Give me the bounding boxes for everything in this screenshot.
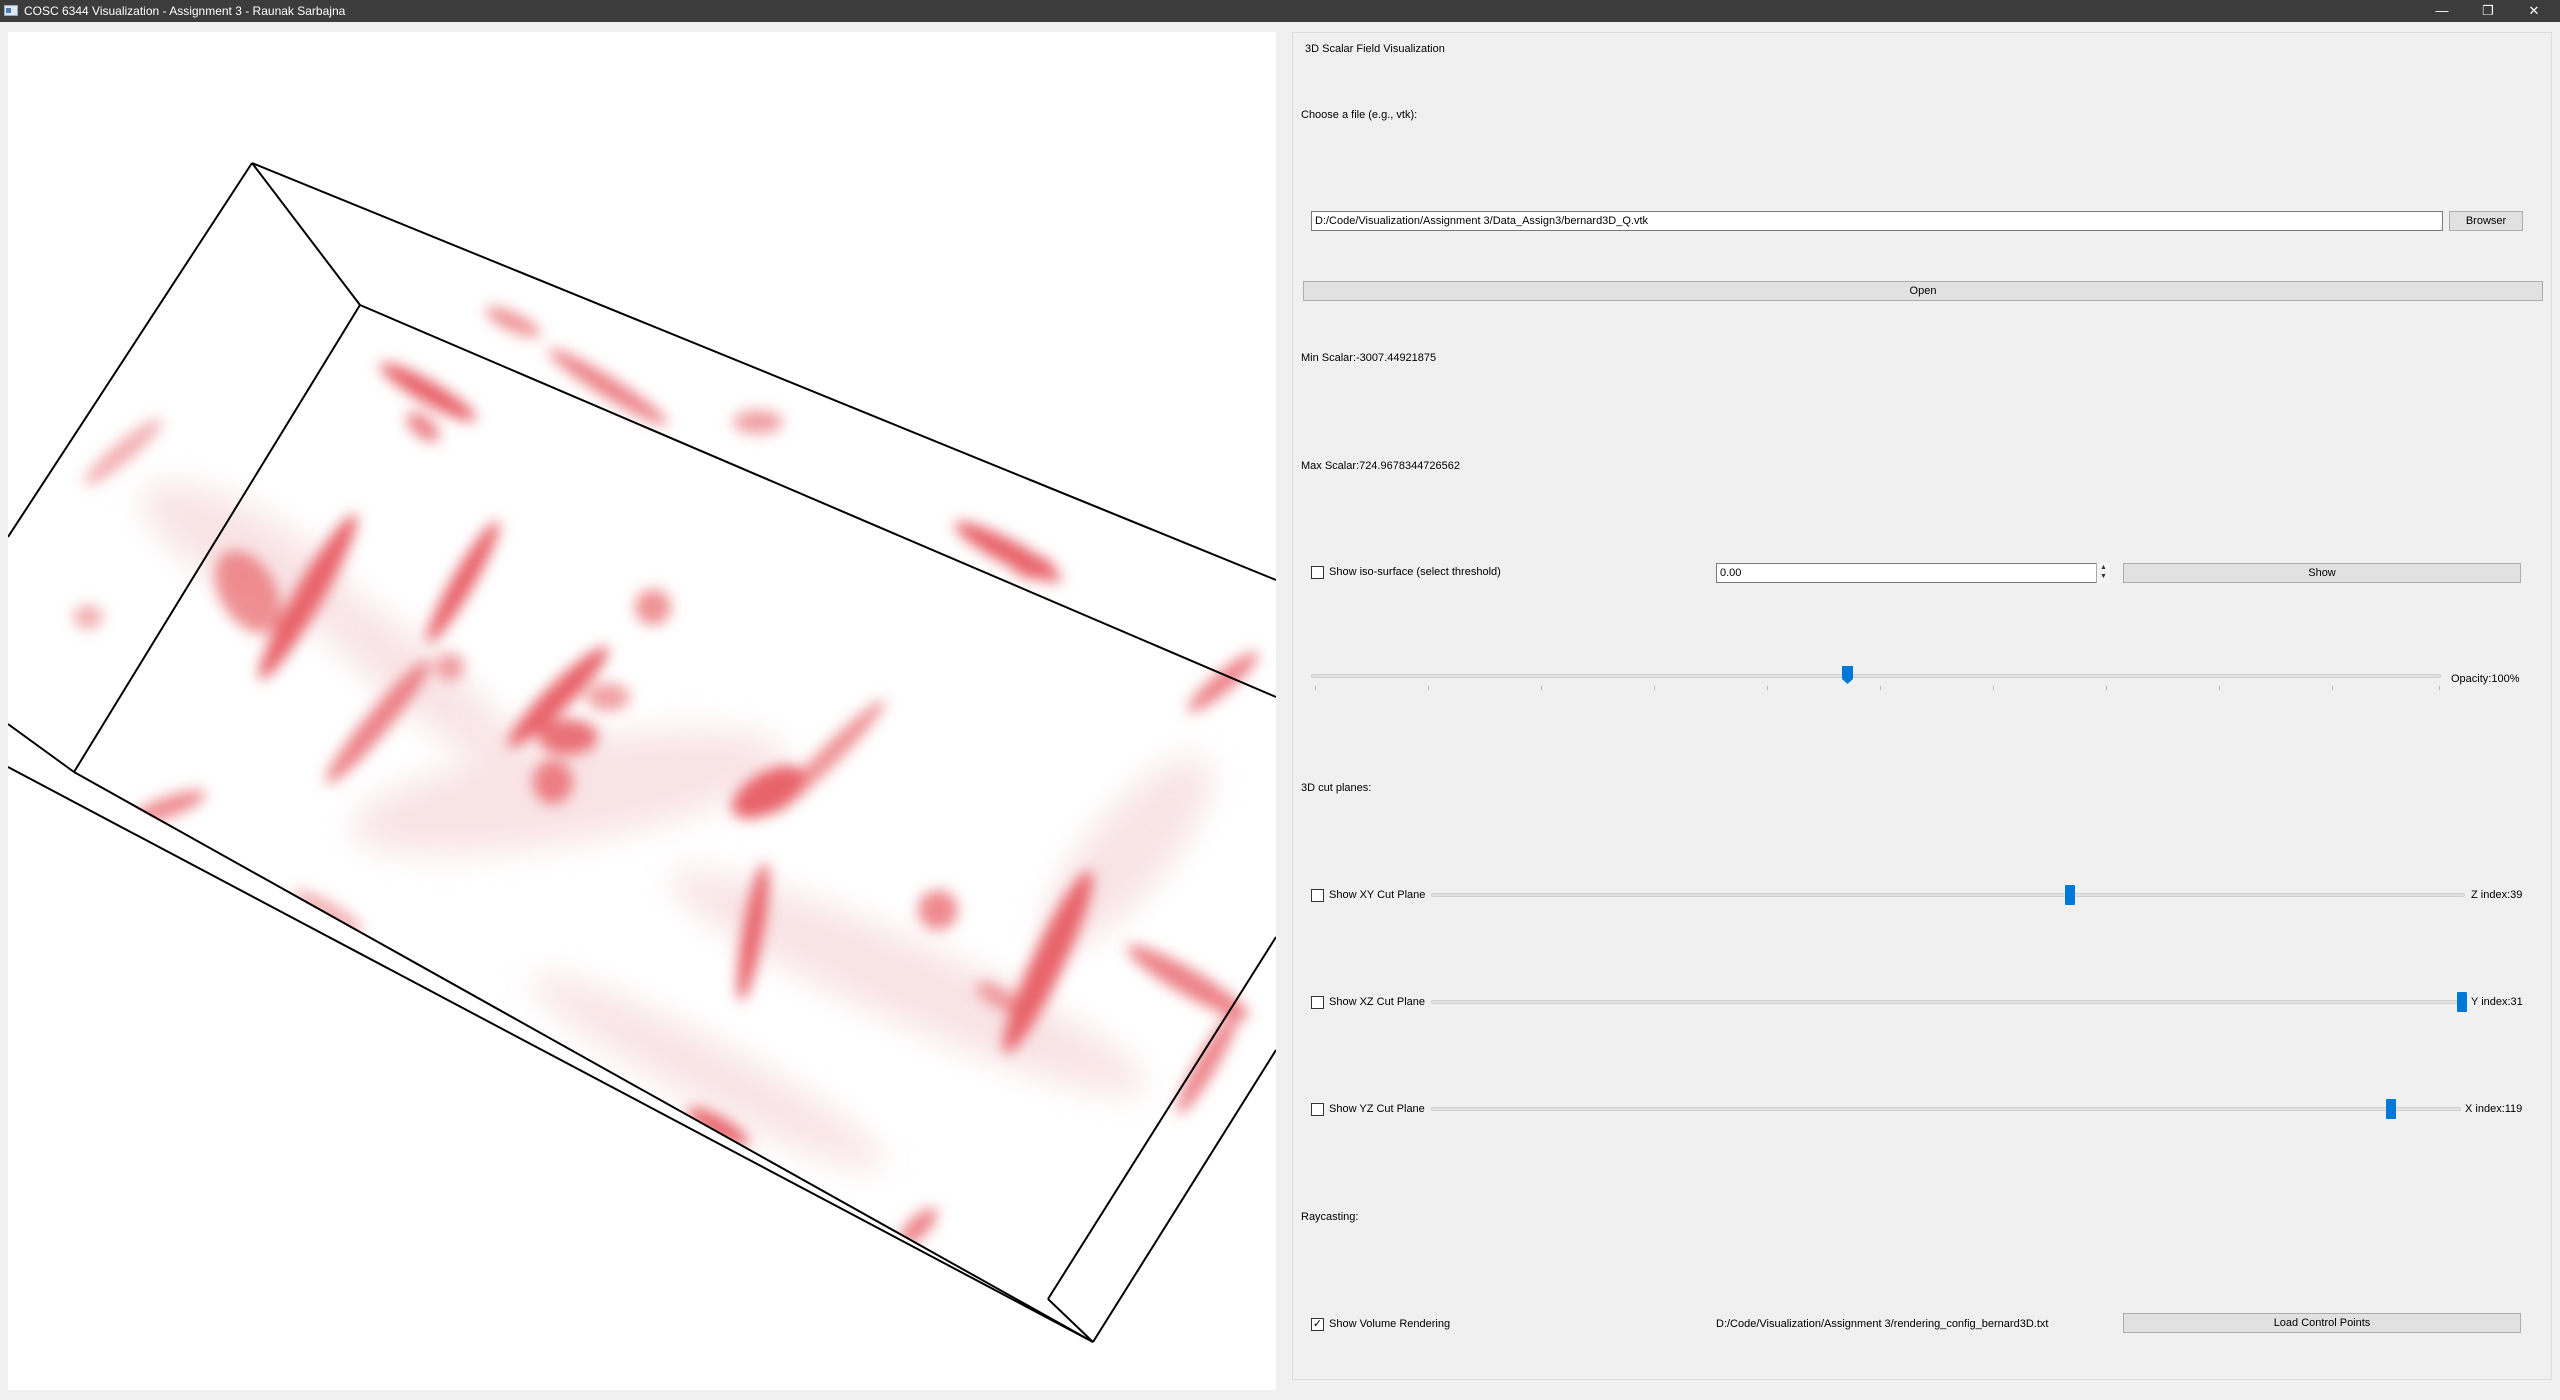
file-path-input[interactable] [1311, 211, 2443, 231]
spin-arrows-icon[interactable]: ▲ ▼ [2096, 563, 2110, 583]
browse-button[interactable]: Browser [2449, 211, 2523, 231]
window-title: COSC 6344 Visualization - Assignment 3 -… [24, 4, 346, 18]
iso-surface-label: Show iso-surface (select threshold) [1329, 566, 1501, 578]
restore-button[interactable]: ❐ [2468, 0, 2508, 22]
y-index-slider-handle[interactable] [2457, 992, 2467, 1012]
load-control-points-button[interactable]: Load Control Points [2123, 1313, 2521, 1333]
yz-cut-plane-label: Show YZ Cut Plane [1329, 1103, 1425, 1115]
show-iso-button[interactable]: Show [2123, 563, 2521, 583]
control-panel: 3D Scalar Field Visualization Choose a f… [1292, 32, 2552, 1380]
opacity-slider-track[interactable] [1311, 674, 2441, 678]
title-bar: COSC 6344 Visualization - Assignment 3 -… [0, 0, 2560, 22]
min-scalar-label: Min Scalar:-3007.44921875 [1301, 352, 1437, 364]
yz-cut-plane-checkbox[interactable] [1311, 1103, 1324, 1116]
cut-planes-label: 3D cut planes: [1301, 782, 1372, 794]
opacity-label: Opacity:100% [2451, 673, 2520, 685]
x-index-slider-handle[interactable] [2386, 1099, 2396, 1119]
z-index-slider-handle[interactable] [2065, 885, 2075, 905]
config-path-label: D:/Code/Visualization/Assignment 3/rende… [1716, 1318, 2049, 1330]
xz-cut-plane-checkbox[interactable] [1311, 996, 1324, 1009]
z-index-slider-track[interactable] [1431, 893, 2465, 897]
xz-cut-plane-label: Show XZ Cut Plane [1329, 996, 1425, 1008]
volume-render-canvas[interactable] [8, 32, 1276, 1390]
volume-rendering-checkbox[interactable]: ✓ [1311, 1318, 1324, 1331]
x-index-slider-track[interactable] [1431, 1107, 2461, 1111]
x-index-label: X index:119 [2465, 1103, 2523, 1115]
raycasting-label: Raycasting: [1301, 1211, 1359, 1223]
app-icon [4, 5, 18, 16]
open-button[interactable]: Open [1303, 281, 2543, 301]
xy-cut-plane-label: Show XY Cut Plane [1329, 889, 1426, 901]
threshold-spinbox[interactable] [1716, 563, 2110, 583]
xy-cut-plane-checkbox[interactable] [1311, 889, 1324, 902]
file-label: Choose a file (e.g., vtk): [1301, 109, 1418, 121]
opacity-slider-handle[interactable] [1842, 666, 1853, 684]
iso-surface-checkbox[interactable] [1311, 566, 1324, 579]
y-index-label: Y index:31 [2471, 996, 2523, 1008]
z-index-label: Z index:39 [2471, 889, 2523, 901]
close-button[interactable]: ✕ [2514, 0, 2554, 22]
y-index-slider-track[interactable] [1431, 1000, 2465, 1004]
minimize-button[interactable]: — [2422, 0, 2462, 22]
group-title: 3D Scalar Field Visualization [1301, 43, 1449, 55]
render-viewport[interactable] [8, 32, 1276, 1390]
volume-blobs [73, 306, 1259, 1247]
max-scalar-label: Max Scalar:724.9678344726562 [1301, 460, 1461, 472]
volume-rendering-label: Show Volume Rendering [1329, 1318, 1451, 1330]
